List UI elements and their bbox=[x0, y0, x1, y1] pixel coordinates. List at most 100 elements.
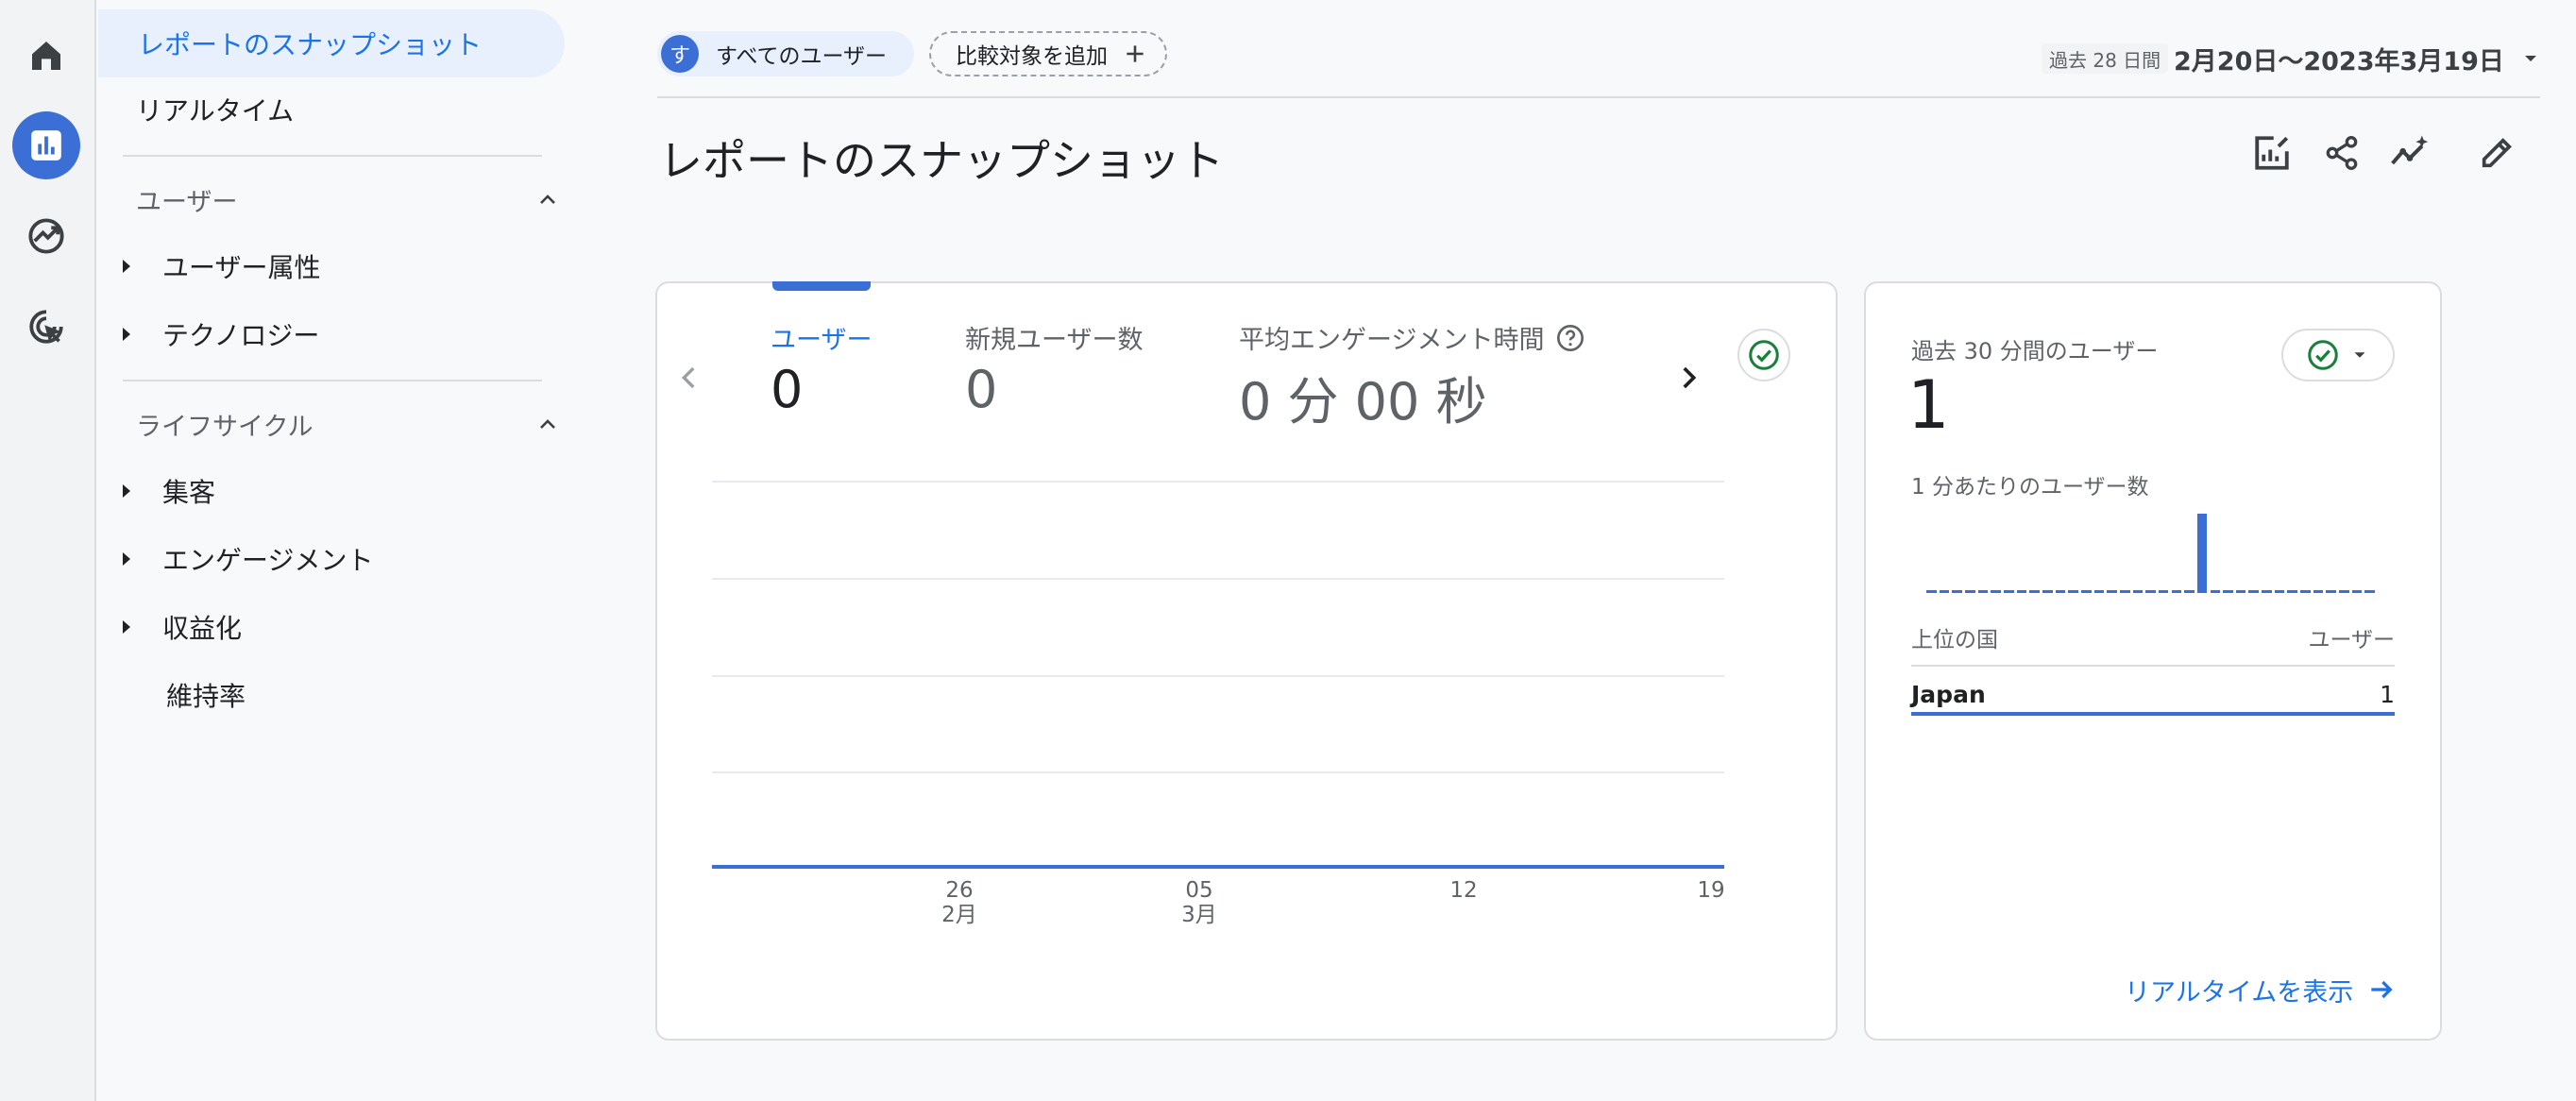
nav-item-engagement[interactable]: エンゲージメント bbox=[123, 529, 373, 589]
header-divider bbox=[657, 96, 2540, 98]
country-name: Japan bbox=[1911, 680, 1986, 708]
bar-chart-icon bbox=[31, 130, 61, 161]
nav-item-retention[interactable]: 維持率 bbox=[166, 665, 246, 725]
minute-bar bbox=[2029, 590, 2040, 593]
minute-bar bbox=[2119, 590, 2130, 593]
explore-trend-icon bbox=[28, 218, 64, 254]
advertising-button[interactable] bbox=[12, 293, 80, 361]
explore-button[interactable] bbox=[12, 202, 80, 270]
chart-gridline bbox=[712, 481, 1724, 483]
minute-bar bbox=[2016, 590, 2027, 593]
dropdown-arrow-icon bbox=[2524, 56, 2536, 61]
minute-bar bbox=[2042, 590, 2053, 593]
nav-item-monetization[interactable]: 収益化 bbox=[123, 597, 242, 657]
home-icon bbox=[32, 42, 60, 70]
reports-button[interactable] bbox=[12, 111, 80, 179]
minute-bar bbox=[2364, 590, 2375, 593]
page-title: レポートのスナップショット bbox=[659, 135, 1224, 186]
minute-bar bbox=[1991, 590, 2001, 593]
customize-report-button[interactable] bbox=[2246, 127, 2298, 179]
selected-metric-indicator bbox=[772, 281, 871, 291]
segment-label: すべてのユーザー bbox=[716, 44, 888, 69]
metric-label: 新規ユーザー数 bbox=[965, 326, 1144, 355]
insights-button[interactable] bbox=[2383, 127, 2436, 179]
chart-gridline bbox=[712, 675, 1724, 677]
users-line-chart bbox=[712, 865, 1724, 869]
report-nav-panel: レポートのスナップショット リアルタイム ユーザー ユーザー属性 テクノロジー … bbox=[96, 0, 568, 1101]
chevron-right-icon bbox=[1683, 366, 1697, 389]
data-quality-status-button[interactable] bbox=[1737, 329, 1790, 381]
check-circle-icon bbox=[2308, 340, 2338, 370]
x-tick-label: 12 bbox=[1449, 878, 1478, 903]
insights-sparkle-icon bbox=[2391, 135, 2429, 165]
minute-bar bbox=[2339, 590, 2349, 593]
metric-value: 0 bbox=[965, 360, 998, 419]
chart-gridline bbox=[712, 771, 1724, 773]
minute-bar bbox=[2300, 590, 2311, 593]
share-button[interactable] bbox=[2315, 127, 2368, 179]
column-header-country: 上位の国 bbox=[1911, 628, 1998, 652]
minute-bar bbox=[2003, 590, 2014, 593]
range-badge: 過去 28 日間 bbox=[2042, 43, 2169, 74]
dropdown-arrow-icon bbox=[2354, 352, 2365, 358]
view-realtime-label: リアルタイムを表示 bbox=[2125, 977, 2354, 1008]
date-range-picker[interactable]: 2月20日〜2023年3月19日 bbox=[2174, 40, 2542, 77]
table-divider bbox=[1911, 665, 2395, 667]
nav-item-snapshot[interactable]: レポートのスナップショット bbox=[98, 9, 565, 77]
minute-bar bbox=[2351, 590, 2363, 593]
view-realtime-link[interactable]: リアルタイムを表示 bbox=[2125, 971, 2397, 1008]
next-metric-button[interactable] bbox=[1662, 351, 1715, 404]
section-lifecycle-header[interactable]: ライフサイクル bbox=[136, 400, 561, 448]
minute-bar bbox=[1926, 590, 1937, 593]
plus-icon bbox=[1127, 45, 1144, 62]
segment-chip-all-users[interactable]: す すべてのユーザー bbox=[657, 31, 914, 76]
minute-bar bbox=[2287, 590, 2298, 593]
section-users-header[interactable]: ユーザー bbox=[136, 176, 561, 223]
add-comparison-button[interactable]: 比較対象を追加 bbox=[929, 31, 1167, 76]
nav-item-technology[interactable]: テクノロジー bbox=[123, 304, 319, 364]
realtime-user-count: 1 bbox=[1907, 366, 1950, 444]
minute-bar bbox=[1977, 590, 1989, 593]
metric-label: ユーザー bbox=[771, 326, 873, 355]
edit-button[interactable] bbox=[2470, 127, 2523, 179]
metric-tab-new-users[interactable]: 新規ユーザー数 0 bbox=[965, 319, 1143, 419]
home-button[interactable] bbox=[12, 22, 80, 90]
edit-chart-icon bbox=[2255, 136, 2289, 170]
arrow-right-icon bbox=[2371, 980, 2393, 999]
caret-right-icon bbox=[123, 552, 130, 566]
nav-item-acquisition[interactable]: 集客 bbox=[123, 461, 215, 521]
minute-bar bbox=[1939, 590, 1950, 593]
nav-item-demographics[interactable]: ユーザー属性 bbox=[123, 236, 320, 296]
segment-avatar: す bbox=[661, 35, 699, 73]
share-icon bbox=[2326, 136, 2358, 171]
minute-bar bbox=[2171, 590, 2182, 593]
nav-item-realtime[interactable]: リアルタイム bbox=[136, 79, 294, 140]
realtime-title: 過去 30 分間のユーザー bbox=[1911, 338, 2159, 364]
metric-tab-engagement-time[interactable]: 平均エンゲージメント時間 0 分 00 秒 bbox=[1239, 319, 1585, 434]
check-circle-icon bbox=[1749, 340, 1779, 370]
minute-bar bbox=[2274, 590, 2285, 593]
realtime-status-dropdown[interactable] bbox=[2281, 329, 2395, 381]
chart-gridline bbox=[712, 578, 1724, 580]
minute-bar bbox=[2223, 590, 2233, 593]
minute-bar bbox=[2184, 590, 2195, 593]
section-lifecycle-label: ライフサイクル bbox=[136, 412, 314, 442]
nav-item-label: 集客 bbox=[162, 477, 216, 508]
section-users-label: ユーザー bbox=[136, 187, 238, 217]
nav-item-label: テクノロジー bbox=[162, 320, 320, 351]
x-tick-label: 19 bbox=[1697, 878, 1725, 903]
table-row[interactable]: Japan 1 bbox=[1911, 676, 2395, 716]
top-countries-header: 上位の国 ユーザー bbox=[1911, 621, 2395, 653]
nav-item-label: 収益化 bbox=[162, 613, 243, 644]
minute-bar bbox=[1952, 590, 1962, 593]
metric-tab-users[interactable]: ユーザー 0 bbox=[771, 319, 872, 419]
previous-metric-button[interactable] bbox=[663, 351, 716, 404]
minute-bar bbox=[2326, 590, 2337, 593]
minute-bar bbox=[2107, 590, 2117, 593]
minute-bar bbox=[2132, 590, 2144, 593]
help-icon[interactable] bbox=[1555, 323, 1585, 353]
caret-right-icon bbox=[123, 260, 130, 273]
minute-bar bbox=[2068, 590, 2078, 593]
nav-item-label: ユーザー属性 bbox=[162, 252, 321, 283]
cursor-target-icon bbox=[29, 310, 63, 344]
